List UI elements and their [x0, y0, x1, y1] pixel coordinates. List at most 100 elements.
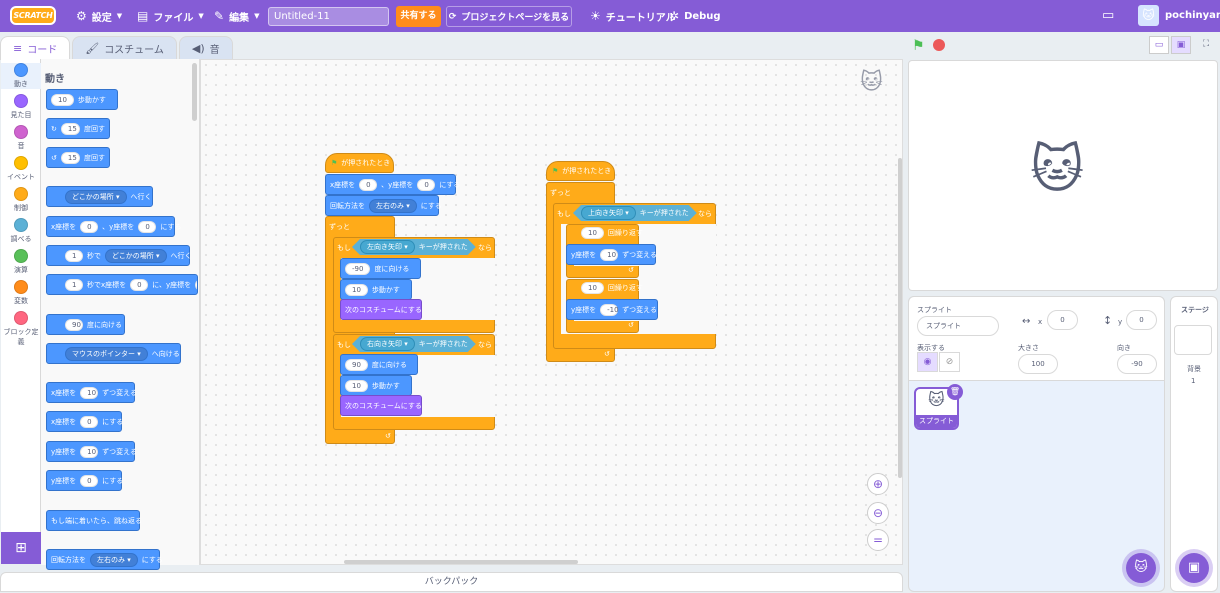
sprite-name-input[interactable]: スプライト [917, 316, 999, 336]
dropdown-key[interactable]: 上向き矢印 ▾ [581, 206, 636, 220]
input-x[interactable]: 0 [80, 415, 99, 428]
direction-input[interactable]: -90 [1117, 354, 1157, 374]
project-page-button[interactable]: ⟳ プロジェクトページを見る [446, 6, 572, 27]
dropdown-key[interactable]: 左向き矢印 ▾ [360, 240, 415, 254]
category-motion[interactable]: 動き [1, 63, 41, 89]
category-looks[interactable]: 見た目 [1, 94, 41, 120]
block-rotation-style[interactable]: 回転方法を 左右のみ ▾ にする [325, 195, 442, 216]
hat-flag-clicked[interactable]: ⚑ が押されたとき [546, 161, 615, 181]
block-turn-right[interactable]: ↻ 15 度回す [46, 118, 110, 139]
block-bounce[interactable]: もし端に着いたら、跳ね返る [46, 510, 142, 531]
block-change-y[interactable]: y座標を 10 ずつ変える [46, 441, 137, 462]
tab-sound[interactable]: ◀) 音 [178, 36, 233, 60]
block-move[interactable]: 10 歩動かす [46, 89, 118, 110]
zoom-reset-button[interactable]: = [867, 529, 889, 551]
add-extension-button[interactable]: ⊞ [1, 532, 41, 564]
category-variables[interactable]: 変数 [1, 280, 41, 306]
block-change-x[interactable]: x座標を 10 ずつ変える [46, 382, 137, 403]
block-point-direction[interactable]: 90 度に向ける [340, 354, 418, 375]
input-y[interactable]: 0 [80, 474, 99, 487]
category-operators[interactable]: 演算 [1, 249, 41, 275]
input-seconds[interactable]: 1 [65, 278, 83, 291]
dropdown-target[interactable]: どこかの場所 ▾ [65, 189, 127, 204]
normal-stage-button[interactable]: ▣ [1171, 36, 1191, 54]
fullscreen-button[interactable]: ⛶ [1196, 36, 1216, 54]
input-degrees[interactable]: 15 [60, 151, 80, 164]
input-steps[interactable]: 10 [345, 283, 368, 296]
green-flag-icon[interactable]: ⚑ [912, 38, 925, 54]
input-steps[interactable]: 10 [51, 93, 74, 106]
file-menu[interactable]: ▤ ファイル ▼ [137, 0, 204, 32]
block-move[interactable]: 10 歩動かす [340, 375, 412, 396]
input-dx[interactable]: 10 [80, 386, 99, 399]
workspace-hscrollbar[interactable] [344, 560, 578, 564]
input-dy[interactable]: 10 [80, 445, 99, 458]
key-pressed-condition[interactable]: 右向き矢印 ▾ キーが押された [352, 336, 476, 352]
block-goto-xy[interactable]: x座標を 0 、y座標を 0 にする [46, 216, 181, 237]
debug-menu[interactable]: ✲ Debug [669, 0, 721, 32]
scratch-logo[interactable]: SCRATCH [10, 6, 56, 25]
category-events[interactable]: イベント [1, 156, 41, 182]
dropdown-rotation[interactable]: 左右のみ ▾ [90, 552, 138, 567]
hat-flag-clicked[interactable]: ⚑ が押されたとき [325, 153, 394, 173]
trash-icon[interactable]: 🗑 [947, 384, 963, 400]
block-point-towards[interactable]: マウスのポインター ▾ へ向ける [46, 343, 181, 364]
stop-icon[interactable] [933, 39, 945, 51]
show-toggle[interactable]: ◉ [917, 352, 938, 372]
input-seconds[interactable]: 1 [65, 249, 83, 262]
choose-backdrop-button[interactable]: ▣ [1179, 553, 1209, 583]
input-steps[interactable]: 10 [345, 379, 368, 392]
block-next-costume[interactable]: 次のコスチュームにする [340, 299, 422, 320]
scratch-cat-sprite-icon[interactable]: 🐱 [1030, 140, 1084, 200]
dropdown-target[interactable]: どこかの場所 ▾ [105, 248, 167, 263]
input-times[interactable]: 10 [581, 282, 604, 294]
dropdown-target[interactable]: マウスのポインター ▾ [65, 346, 148, 361]
folder-icon[interactable]: ▭ [1102, 8, 1114, 23]
dropdown-key[interactable]: 右向き矢印 ▾ [360, 337, 415, 351]
category-sensing[interactable]: 調べる [1, 218, 41, 244]
input-x[interactable]: 0 [130, 278, 149, 291]
input-dy[interactable]: 10 [600, 248, 619, 261]
zoom-in-button[interactable]: ⊕ [867, 473, 889, 495]
input-degrees[interactable]: 15 [60, 122, 80, 135]
workspace-vscrollbar[interactable] [898, 158, 902, 478]
input-x[interactable]: 0 [80, 220, 99, 233]
tab-code[interactable]: ≡ コード [0, 36, 71, 60]
share-button[interactable]: 共有する [396, 6, 441, 27]
block-point-direction[interactable]: 90 度に向ける [46, 314, 125, 335]
input-y[interactable]: 0 [195, 278, 197, 291]
block-point-direction[interactable]: -90 度に向ける [340, 258, 421, 279]
input-direction[interactable]: 90 [345, 358, 368, 371]
block-next-costume[interactable]: 次のコスチュームにする [340, 395, 422, 416]
input-times[interactable]: 10 [581, 227, 604, 239]
project-title-input[interactable]: Untitled-11 [268, 7, 389, 26]
x-input[interactable]: 0 [1047, 310, 1078, 330]
input-x[interactable]: 0 [359, 178, 378, 191]
user-menu[interactable]: 🐱pochinyan▼ [1138, 5, 1220, 26]
dropdown-rotation[interactable]: 左右のみ ▾ [369, 198, 417, 213]
input-y[interactable]: 0 [138, 220, 157, 233]
category-control[interactable]: 制御 [1, 187, 41, 213]
backpack[interactable]: バックパック [0, 572, 903, 592]
input-direction[interactable]: -90 [345, 262, 371, 275]
category-my-blocks[interactable]: ブロック定義 [1, 311, 41, 347]
zoom-out-button[interactable]: ⊖ [867, 502, 889, 524]
backdrop-thumbnail[interactable] [1174, 325, 1212, 355]
choose-sprite-button[interactable]: 🐱 [1126, 553, 1156, 583]
block-turn-left[interactable]: ↺ 15 度回す [46, 147, 110, 168]
block-set-y[interactable]: y座標を 0 にする [46, 470, 123, 491]
block-rotation-style[interactable]: 回転方法を 左右のみ ▾ にする [46, 549, 163, 570]
block-change-y[interactable]: y座標を 10 ずつ変える [566, 244, 657, 265]
block-glide[interactable]: 1 秒で どこかの場所 ▾ へ行く [46, 245, 192, 266]
block-move[interactable]: 10 歩動かす [340, 279, 412, 300]
block-set-x[interactable]: x座標を 0 にする [46, 411, 123, 432]
input-dy[interactable]: -10 [600, 303, 619, 316]
input-direction[interactable]: 90 [65, 318, 83, 331]
small-stage-button[interactable]: ▭ [1149, 36, 1169, 54]
palette-scrollbar[interactable] [192, 63, 197, 121]
input-y[interactable]: 0 [417, 178, 436, 191]
tutorial-menu[interactable]: ☀ チュートリアル [590, 0, 676, 32]
y-input[interactable]: 0 [1126, 310, 1157, 330]
block-goto-xy[interactable]: x座標を 0 、y座標を 0 にする [325, 174, 460, 195]
tab-costume[interactable]: 🖌 コスチューム [72, 36, 177, 60]
